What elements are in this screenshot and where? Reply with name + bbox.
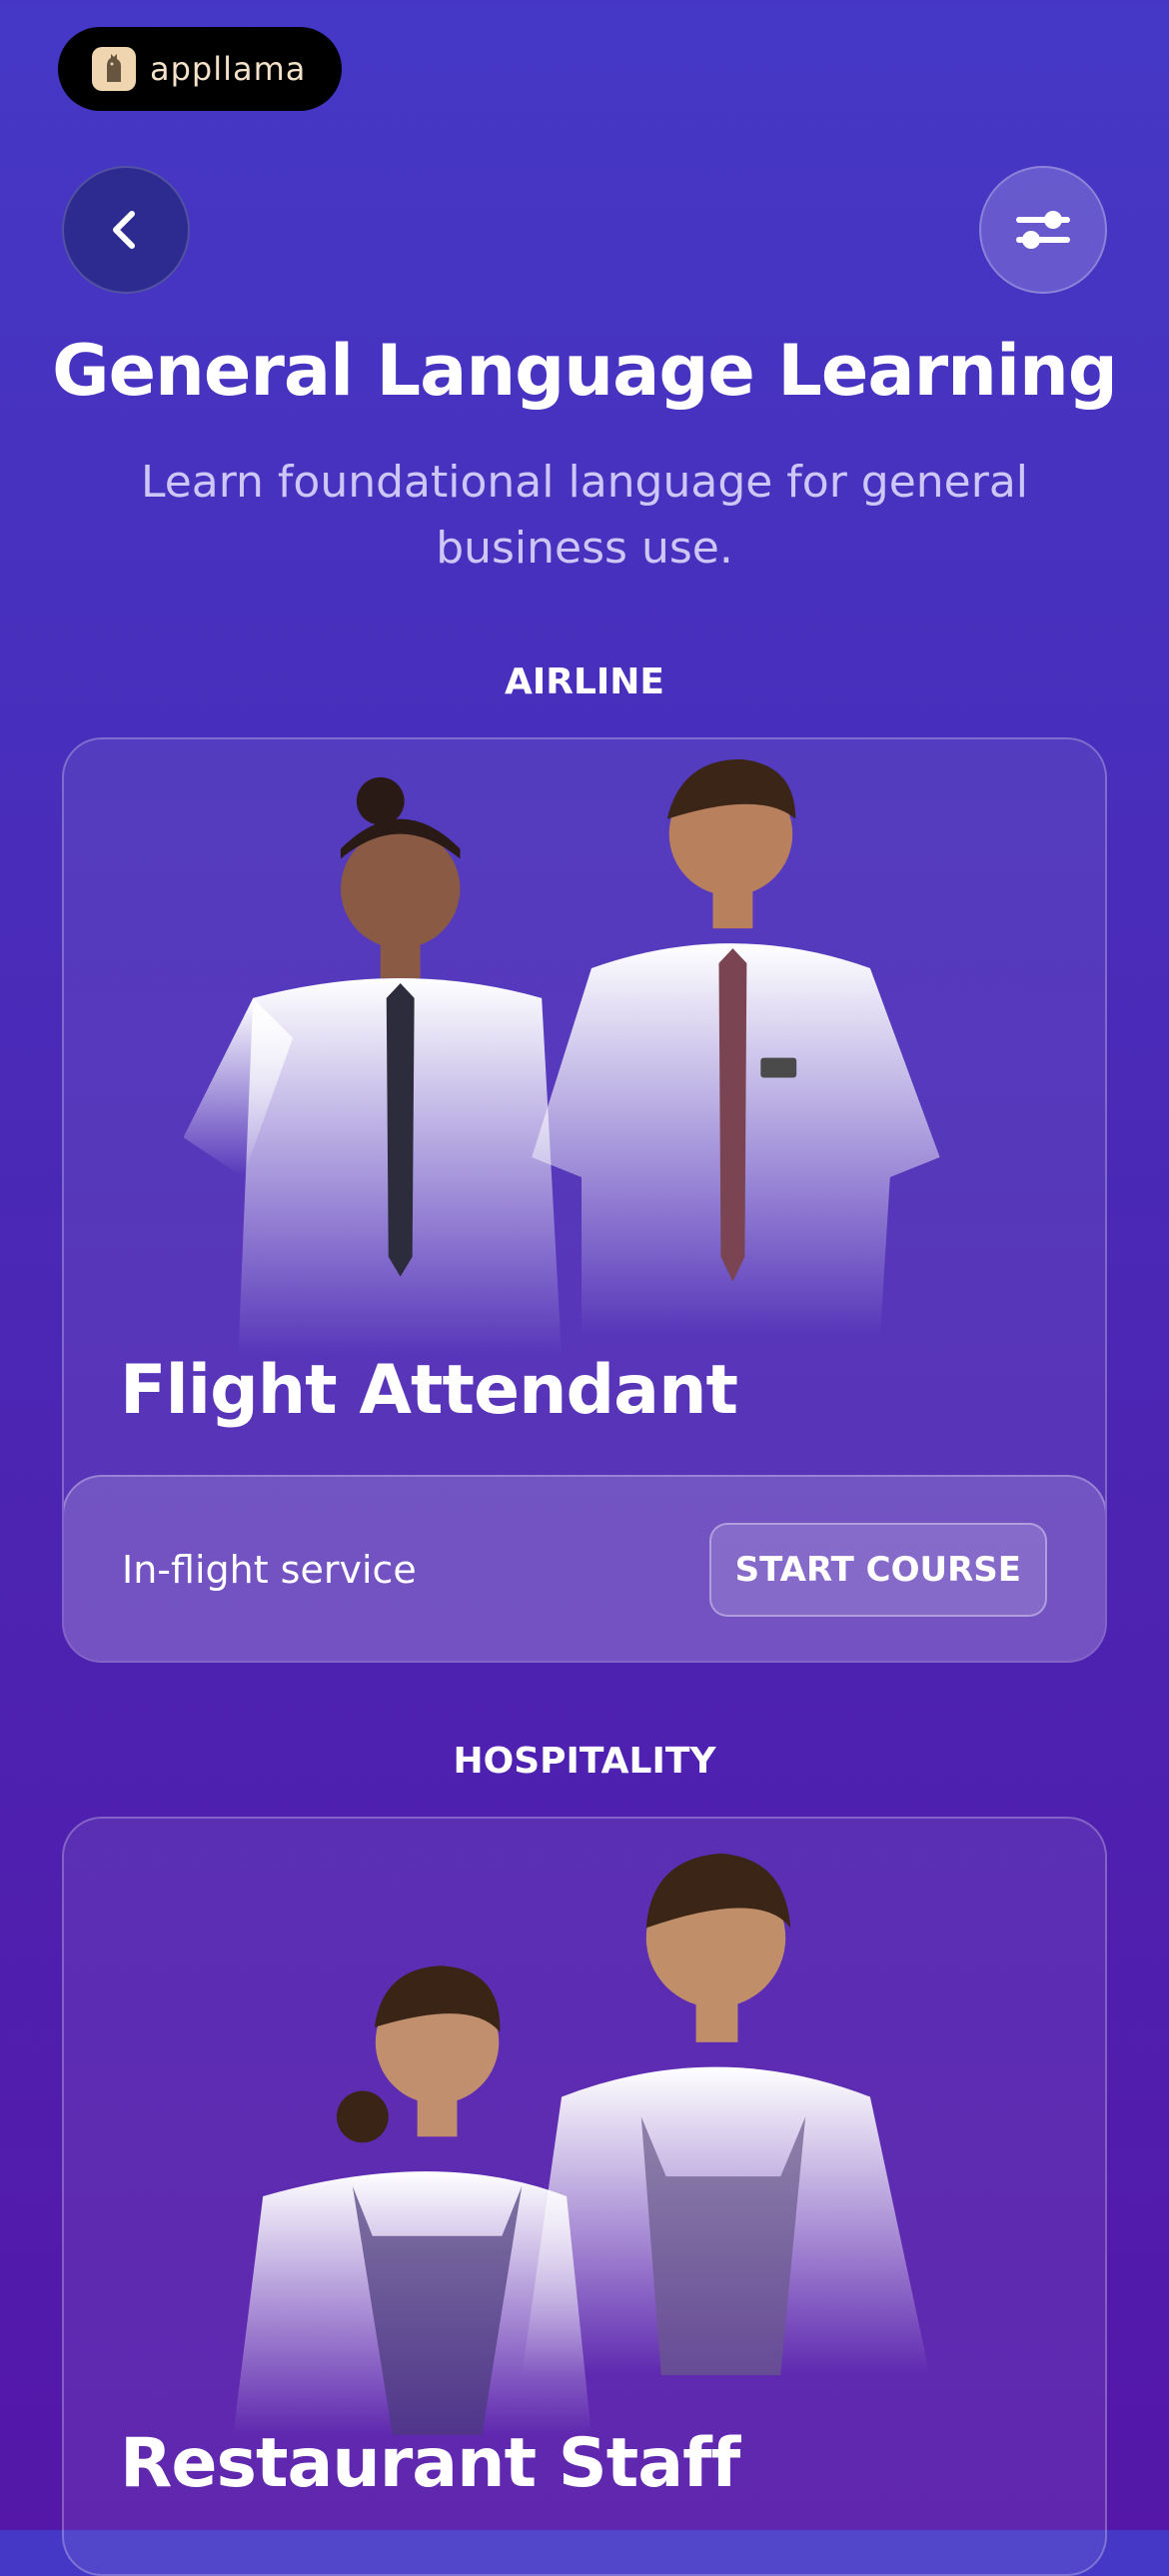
page-title: General Language Learning [52, 330, 1118, 412]
course-title: Flight Attendant [120, 1351, 738, 1430]
brand-badge[interactable]: appllama [58, 27, 342, 111]
section-label-hospitality: HOSPITALITY [453, 1741, 716, 1782]
course-card-flight-attendant[interactable]: Flight Attendant In-flight service START… [62, 737, 1107, 1663]
start-course-button[interactable]: START COURSE [708, 1523, 1047, 1617]
chevron-left-icon [113, 211, 135, 249]
course-card-restaurant-staff[interactable]: Restaurant Staff [62, 1817, 1107, 2576]
section-label-airline: AIRLINE [504, 661, 665, 702]
back-button[interactable] [62, 166, 190, 294]
sliders-icon [1016, 211, 1070, 249]
llama-logo-icon [92, 47, 136, 91]
page-subtitle: Learn foundational language for general … [140, 457, 1029, 574]
filter-button[interactable] [979, 166, 1107, 294]
course-card-footer: In-flight service START COURSE [64, 1475, 1105, 1661]
course-title: Restaurant Staff [120, 2424, 740, 2503]
course-description: In-flight service [122, 1548, 417, 1592]
app-screen: { "brand": { "name": "appllama", "logo_i… [0, 0, 1169, 2576]
brand-name: appllama [150, 50, 307, 88]
